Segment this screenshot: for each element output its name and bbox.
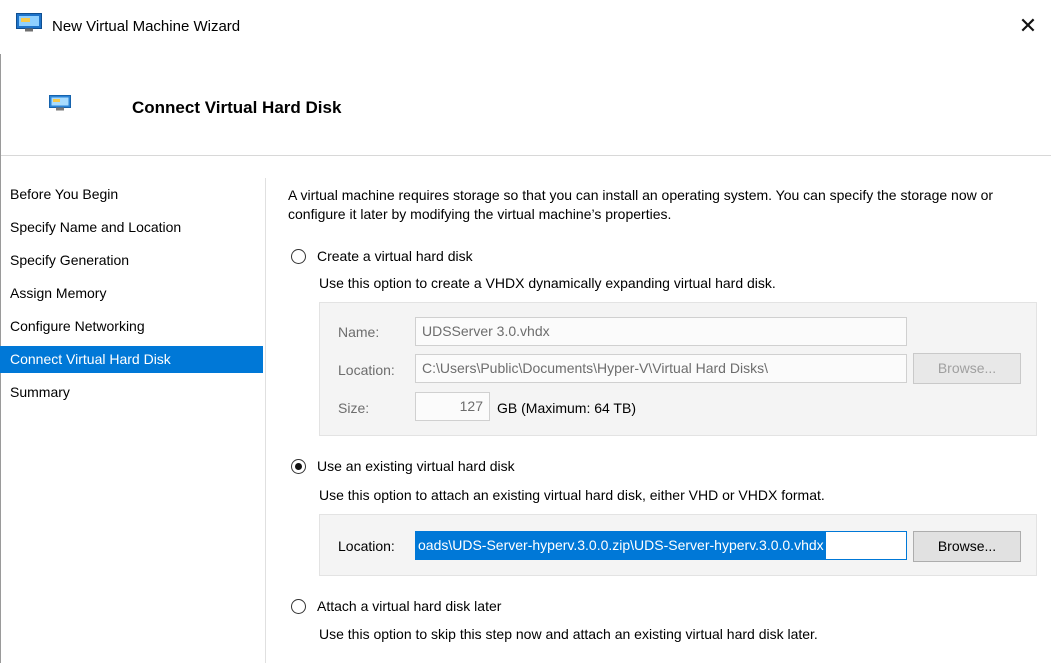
nav-item-assign-memory[interactable]: Assign Memory — [0, 277, 263, 310]
page-title: Connect Virtual Hard Disk — [132, 98, 342, 117]
header-divider — [1, 155, 1051, 156]
size-field[interactable]: 127 — [415, 392, 490, 421]
attach-later-label: Attach a virtual hard disk later — [317, 598, 502, 614]
intro-text: A virtual machine requires storage so th… — [288, 187, 994, 222]
create-browse-button[interactable]: Browse... — [913, 353, 1021, 384]
close-icon: ✕ — [1018, 13, 1038, 38]
name-label: Name: — [338, 324, 380, 340]
existing-disk-group: Location: oads\UDS-Server-hyperv.3.0.0.z… — [319, 514, 1037, 576]
existing-disk-label: Use an existing virtual hard disk — [317, 458, 515, 474]
create-location-label: Location: — [338, 362, 395, 378]
size-label: Size: — [338, 400, 370, 416]
name-field[interactable]: UDSServer 3.0.vhdx — [415, 317, 907, 346]
attach-later-radio[interactable] — [291, 598, 306, 614]
wizard-steps-nav: Before You Begin Specify Name and Locati… — [0, 178, 263, 409]
title-bar: New Virtual Machine Wizard ✕ — [0, 0, 1051, 54]
existing-location-label: Location: — [338, 538, 395, 554]
virtual-disk-icon — [49, 95, 71, 111]
existing-browse-button[interactable]: Browse... — [913, 531, 1021, 562]
virtual-machine-icon — [16, 13, 42, 32]
create-disk-description: Use this option to create a VHDX dynamic… — [319, 275, 776, 291]
nav-divider — [265, 178, 266, 663]
create-disk-label: Create a virtual hard disk — [317, 248, 473, 264]
nav-item-connect-virtual-hard-disk[interactable]: Connect Virtual Hard Disk — [0, 346, 263, 373]
attach-later-radio-option[interactable]: Attach a virtual hard disk later — [291, 598, 501, 614]
nav-item-specify-name-and-location[interactable]: Specify Name and Location — [0, 211, 263, 244]
create-disk-group: Name: UDSServer 3.0.vhdx Location: C:\Us… — [319, 302, 1037, 436]
existing-disk-description: Use this option to attach an existing vi… — [319, 487, 825, 503]
attach-later-description: Use this option to skip this step now an… — [319, 626, 818, 642]
existing-disk-radio[interactable] — [291, 458, 306, 474]
window-title: New Virtual Machine Wizard — [52, 18, 241, 35]
existing-location-field[interactable]: oads\UDS-Server-hyperv.3.0.0.zip\UDS-Ser… — [415, 531, 907, 560]
nav-item-configure-networking[interactable]: Configure Networking — [0, 310, 263, 343]
create-disk-radio-option[interactable]: Create a virtual hard disk — [291, 248, 473, 264]
create-disk-radio[interactable] — [291, 248, 306, 264]
existing-disk-radio-option[interactable]: Use an existing virtual hard disk — [291, 458, 515, 474]
nav-item-before-you-begin[interactable]: Before You Begin — [0, 178, 263, 211]
existing-location-value: oads\UDS-Server-hyperv.3.0.0.zip\UDS-Ser… — [416, 532, 826, 559]
size-unit-label: GB (Maximum: 64 TB) — [497, 400, 636, 416]
nav-item-specify-generation[interactable]: Specify Generation — [0, 244, 263, 277]
close-button[interactable]: ✕ — [1005, 0, 1051, 52]
nav-item-summary[interactable]: Summary — [0, 376, 263, 409]
create-location-field[interactable]: C:\Users\Public\Documents\Hyper-V\Virtua… — [415, 354, 907, 383]
